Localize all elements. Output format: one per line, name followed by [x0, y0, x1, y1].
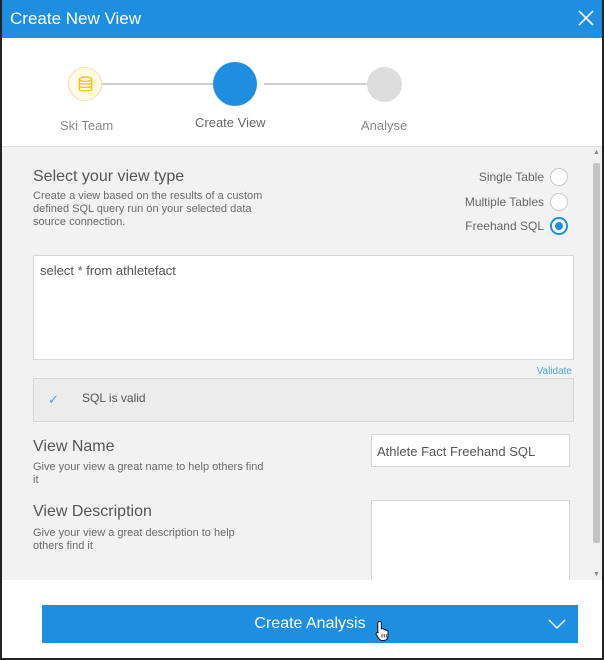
radio-freehand-sql[interactable]: Freehand SQL — [465, 217, 568, 235]
radio-multiple-tables[interactable]: Multiple Tables — [465, 193, 568, 211]
step-label-create-view: Create View — [195, 115, 266, 130]
step-connector — [264, 83, 368, 85]
step-3-circle[interactable] — [367, 67, 402, 102]
radio-button[interactable] — [550, 193, 568, 211]
sql-query-editor[interactable]: select * from athletefact — [33, 255, 574, 360]
view-description-text: Give your view a great description to he… — [33, 527, 235, 552]
vertical-scrollbar[interactable]: ▲ ▼ — [591, 147, 602, 580]
hand-pointer-icon — [375, 620, 389, 641]
view-description-heading: View Description — [33, 503, 152, 520]
radio-button[interactable] — [550, 168, 568, 186]
progress-stepper: Ski Team Create View Analyse — [2, 38, 602, 146]
validate-link[interactable]: Validate — [537, 366, 572, 377]
form-scroll-area: Select your view type Create a view base… — [2, 146, 602, 580]
step-2-circle[interactable] — [213, 62, 257, 106]
close-icon[interactable] — [576, 8, 596, 28]
scroll-up-arrow-icon[interactable]: ▲ — [591, 147, 602, 159]
scroll-down-arrow-icon[interactable]: ▼ — [591, 569, 602, 580]
step-label-analyse: Analyse — [361, 118, 408, 133]
dialog-titlebar: Create New View — [2, 0, 602, 38]
radio-button-selected[interactable] — [550, 217, 568, 235]
chevron-down-icon[interactable] — [548, 615, 566, 633]
checkmark-icon: ✓ — [48, 392, 59, 407]
view-name-description: Give your view a great name to help othe… — [33, 461, 264, 486]
scrollbar-thumb[interactable] — [593, 163, 600, 543]
step-label-ski-team: Ski Team — [60, 118, 114, 133]
database-icon — [78, 76, 93, 92]
create-analysis-button[interactable]: Create Analysis — [42, 605, 578, 643]
step-connector — [98, 83, 216, 85]
create-analysis-label: Create Analysis — [254, 615, 366, 632]
sql-status-message: SQL is valid — [82, 391, 146, 405]
view-type-heading: Select your view type — [33, 168, 185, 185]
view-description-textarea[interactable] — [371, 500, 570, 580]
view-name-input[interactable]: Athlete Fact Freehand SQL — [371, 434, 570, 467]
view-type-description: Create a view based on the results of a … — [33, 190, 263, 228]
step-1-circle[interactable] — [68, 67, 102, 101]
sql-status-panel: ✓ SQL is valid — [33, 378, 574, 422]
dialog-title: Create New View — [10, 9, 142, 28]
radio-single-table[interactable]: Single Table — [479, 168, 568, 186]
view-name-heading: View Name — [33, 438, 115, 455]
create-view-dialog: Create New View Ski Team Create View Ana… — [0, 0, 604, 660]
